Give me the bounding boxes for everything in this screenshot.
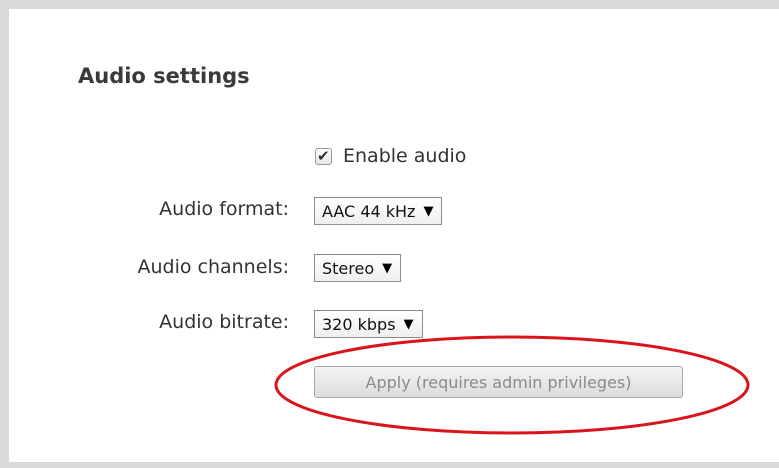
enable-audio-checkbox[interactable]: ✔ bbox=[315, 146, 332, 165]
audio-format-label: Audio format: bbox=[159, 198, 289, 220]
dropdown-arrow-icon: ▼ bbox=[403, 316, 414, 332]
audio-channels-select[interactable]: Stereo ▼ bbox=[314, 254, 402, 282]
dropdown-arrow-icon: ▼ bbox=[423, 203, 434, 219]
audio-format-select[interactable]: AAC 44 kHz ▼ bbox=[314, 197, 443, 225]
audio-channels-value: Stereo bbox=[322, 258, 375, 278]
audio-channels-label: Audio channels: bbox=[137, 256, 289, 278]
audio-bitrate-select[interactable]: 320 kbps ▼ bbox=[314, 310, 423, 338]
enable-audio-label[interactable]: Enable audio bbox=[343, 145, 466, 167]
audio-bitrate-label: Audio bitrate: bbox=[159, 311, 289, 333]
apply-button-label: Apply (requires admin privileges) bbox=[365, 372, 632, 392]
checkmark-icon: ✔ bbox=[317, 146, 330, 165]
section-title: Audio settings bbox=[78, 64, 250, 88]
apply-button[interactable]: Apply (requires admin privileges) bbox=[314, 366, 683, 398]
enable-audio-row: ✔ Enable audio bbox=[315, 145, 466, 167]
audio-format-value: AAC 44 kHz bbox=[322, 201, 416, 221]
dropdown-arrow-icon: ▼ bbox=[382, 260, 393, 276]
audio-bitrate-value: 320 kbps bbox=[322, 314, 396, 334]
